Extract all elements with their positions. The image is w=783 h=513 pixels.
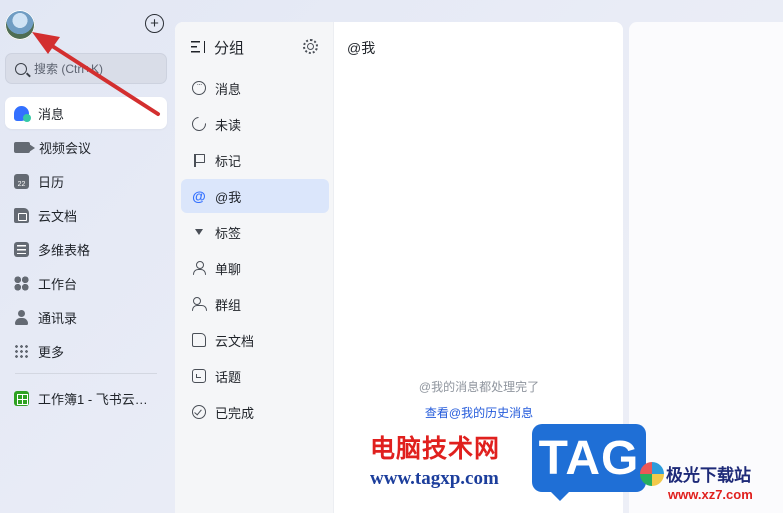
settings-gear-icon[interactable]	[303, 39, 318, 54]
nav-list: 消息 视频会议 22 日历 云文档 多维表格 工作台 通讯录 更多 工作簿1 -…	[5, 97, 167, 416]
group-list: 消息 未读 标记 @ @我 标签 单聊	[181, 71, 329, 431]
nav-item-more[interactable]: 更多	[5, 335, 167, 367]
unread-icon	[189, 114, 209, 134]
sheet-icon	[14, 390, 29, 406]
base-table-icon	[14, 241, 29, 257]
watermark-site-url: www.xz7.com	[668, 487, 753, 502]
nav-item-recent-sheet[interactable]: 工作簿1 - 飞书云…	[5, 382, 167, 414]
history-messages-link[interactable]: 查看@我的历史消息	[335, 404, 623, 421]
left-navigation: + 搜索 (Ctrl+K) 消息 视频会议 22 日历 云文档 多维表格 工作台	[0, 0, 172, 513]
group-item-label: 单聊	[215, 261, 242, 277]
watermark-site-logo-icon	[640, 462, 664, 486]
watermark-cn-text: 电脑技术网	[370, 435, 501, 463]
group-item-topics[interactable]: 话题	[181, 359, 329, 393]
nav-item-calendar[interactable]: 22 日历	[5, 165, 167, 197]
collapse-sidebar-icon[interactable]	[191, 41, 205, 53]
nav-item-label: 工作簿1 - 飞书云…	[38, 391, 148, 407]
nav-item-video-meeting[interactable]: 视频会议	[5, 131, 167, 163]
nav-item-label: 更多	[38, 344, 65, 360]
nav-item-label: 工作台	[38, 276, 78, 292]
message-icon	[14, 105, 31, 122]
user-icon	[192, 261, 206, 275]
nav-item-label: 多维表格	[38, 242, 91, 258]
group-item-label: 标记	[215, 153, 242, 169]
search-box[interactable]: 搜索 (Ctrl+K)	[5, 53, 167, 84]
group-item-label: 已完成	[215, 405, 255, 421]
group-item-single-chat[interactable]: 单聊	[181, 251, 329, 285]
group-item-mentions[interactable]: @ @我	[181, 179, 329, 213]
nav-item-label: 视频会议	[39, 140, 92, 156]
group-item-flagged[interactable]: 标记	[181, 143, 329, 177]
video-icon	[14, 141, 35, 153]
group-item-label: @我	[215, 189, 242, 205]
chat-detail-panel	[629, 22, 783, 513]
nav-item-messages[interactable]: 消息	[5, 97, 167, 129]
group-item-unread[interactable]: 未读	[181, 107, 329, 141]
nav-item-label: 消息	[38, 106, 65, 122]
done-icon	[192, 405, 206, 419]
doc-icon	[192, 333, 206, 347]
nav-item-contacts[interactable]: 通讯录	[5, 301, 167, 333]
watermark-tag-logo: TAG	[532, 424, 646, 501]
feed-title: @我	[347, 40, 376, 56]
search-icon	[15, 62, 27, 75]
group-item-groups[interactable]: 群组	[181, 287, 329, 321]
nav-item-label: 日历	[38, 174, 65, 190]
nav-divider	[15, 373, 157, 374]
contacts-icon	[14, 309, 29, 325]
nav-item-base[interactable]: 多维表格	[5, 233, 167, 265]
group-item-messages[interactable]: 消息	[181, 71, 329, 105]
user-avatar[interactable]	[5, 10, 35, 40]
watermark-url: www.tagxp.com	[370, 468, 499, 489]
workplace-icon	[14, 275, 29, 291]
group-title: 分组	[214, 39, 245, 57]
flag-icon	[192, 153, 206, 167]
group-item-label: 云文档	[215, 333, 255, 349]
nav-item-cloud-docs[interactable]: 云文档	[5, 199, 167, 231]
at-icon: @	[192, 188, 206, 204]
group-item-label: 标签	[215, 225, 242, 241]
nav-item-label: 云文档	[38, 208, 78, 224]
caret-down-icon	[192, 225, 206, 239]
group-item-label: 话题	[215, 369, 242, 385]
chat-bubble-icon	[192, 81, 206, 95]
more-icon	[14, 343, 29, 359]
search-placeholder: 搜索 (Ctrl+K)	[34, 62, 104, 76]
cloud-doc-icon	[14, 207, 29, 223]
group-icon	[192, 297, 207, 311]
group-item-done[interactable]: 已完成	[181, 395, 329, 429]
topic-icon	[192, 369, 206, 383]
nav-item-workplace[interactable]: 工作台	[5, 267, 167, 299]
empty-state-text: @我的消息都处理完了	[418, 380, 540, 394]
add-icon[interactable]: +	[145, 14, 164, 33]
group-sidebar: 分组 消息 未读 标记 @ @我 标签	[175, 22, 334, 513]
nav-item-label: 通讯录	[38, 310, 78, 326]
group-item-label: 群组	[215, 297, 242, 313]
group-item-labels[interactable]: 标签	[181, 215, 329, 249]
group-item-label: 未读	[215, 117, 242, 133]
group-item-docs[interactable]: 云文档	[181, 323, 329, 357]
watermark-site-name: 极光下载站	[666, 466, 751, 485]
calendar-icon: 22	[14, 173, 29, 189]
group-header: 分组	[191, 36, 321, 58]
group-item-label: 消息	[215, 81, 242, 97]
